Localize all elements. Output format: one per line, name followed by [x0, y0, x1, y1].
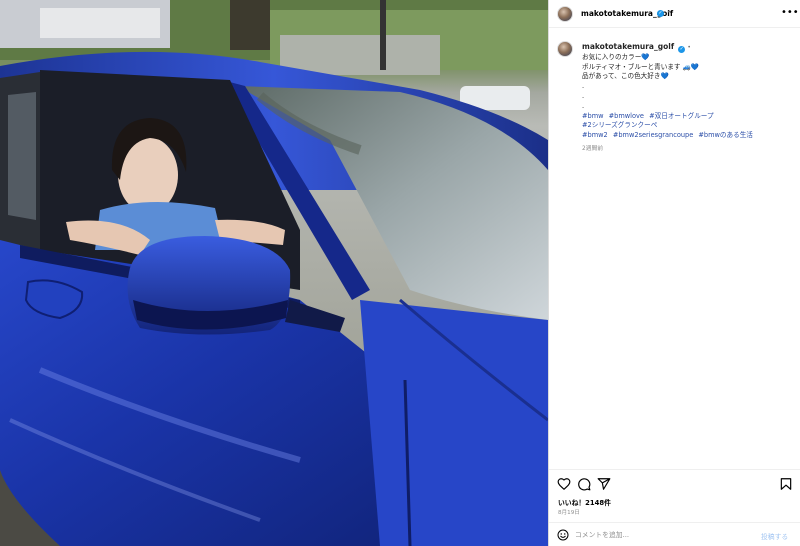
- emoji-icon[interactable]: [557, 529, 569, 541]
- caption-header: makototakemura_golf ✓ •: [582, 42, 794, 53]
- comment-icon[interactable]: [577, 477, 591, 491]
- post-comment-button[interactable]: 投稿する: [761, 531, 788, 541]
- action-bar: [549, 469, 800, 497]
- separator-dot: •: [687, 44, 691, 51]
- avatar[interactable]: [557, 6, 573, 22]
- hashtag-link[interactable]: #bmw: [582, 112, 604, 120]
- caption: makototakemura_golf ✓ • お気に入りのカラー💙 ポルティマ…: [582, 42, 794, 152]
- post-date[interactable]: 8月19日: [558, 508, 580, 516]
- comment-input[interactable]: [575, 527, 745, 543]
- hashtag-link[interactable]: #bmwのある生活: [698, 131, 753, 139]
- share-icon[interactable]: [597, 477, 611, 491]
- caption-username[interactable]: makototakemura_golf: [582, 42, 674, 51]
- post-photo[interactable]: [0, 0, 548, 546]
- verified-badge-icon: ✓: [678, 46, 686, 53]
- comment-bar: 投稿する: [549, 522, 800, 546]
- caption-timestamp[interactable]: 2週間前: [582, 143, 794, 152]
- car-photo-illustration: [0, 0, 548, 546]
- bookmark-icon[interactable]: [779, 477, 793, 491]
- hashtag-link[interactable]: #bmw2seriesgrancoupe: [613, 131, 693, 139]
- caption-line: .: [582, 101, 585, 110]
- hashtag-link[interactable]: #bmw2: [582, 131, 608, 139]
- caption-line: .: [582, 82, 585, 91]
- caption-line: 品があって、この色大好き💙: [582, 72, 669, 81]
- hashtag-link[interactable]: #2シリーズグランクーペ: [582, 121, 657, 129]
- hashtag-link[interactable]: #bmwlove: [609, 112, 644, 120]
- post-header: makototakemura_golf ✓ • •••: [549, 0, 800, 28]
- hashtag-list: #bmw #bmwlove #双日オートグループ #2シリーズグランクーペ #b…: [582, 112, 794, 141]
- caption-line: ポルティマオ・ブルーと青います 🚙💙: [582, 62, 700, 71]
- caption-line: .: [582, 91, 585, 100]
- caption-avatar[interactable]: [557, 41, 573, 57]
- likes-count[interactable]: いいね！2148件: [558, 497, 611, 507]
- post-side-panel: makototakemura_golf ✓ • ••• makototakemu…: [548, 0, 800, 546]
- heart-icon[interactable]: [557, 477, 571, 491]
- more-options-icon[interactable]: •••: [781, 7, 799, 18]
- caption-line: お気に入りのカラー💙: [582, 52, 650, 61]
- separator-dot: •: [667, 8, 672, 16]
- verified-badge-icon: ✓: [657, 10, 664, 17]
- hashtag-link[interactable]: #双日オートグループ: [649, 112, 713, 120]
